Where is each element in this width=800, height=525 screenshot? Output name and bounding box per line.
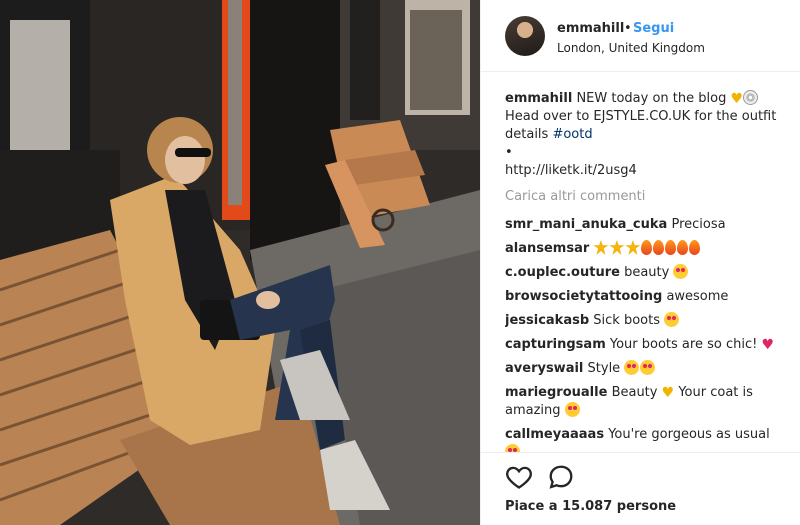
comment: alansemsar (505, 240, 785, 258)
comment-username[interactable]: smr_mani_anuka_cuka (505, 217, 667, 232)
photo-illustration (0, 0, 480, 525)
comment-username[interactable]: alansemsar (505, 241, 589, 256)
fire-icon (689, 240, 701, 255)
post-sidebar: emmahill • Segui London, United Kingdom … (480, 0, 800, 525)
heart-eyes-icon (673, 264, 689, 279)
header-username[interactable]: emmahill (557, 21, 624, 36)
comment: capturingsam Your boots are so chic! ♥ (505, 336, 785, 354)
hashtag-link[interactable]: #ootd (552, 127, 592, 142)
fire-icon (653, 240, 665, 255)
comment-text: Beauty (611, 385, 658, 400)
comment-text: Style (587, 361, 621, 376)
yellow-heart-icon: ♥ (730, 91, 744, 107)
star-icon (609, 240, 625, 255)
star-icon (593, 240, 609, 255)
comment-text: Your boots are so chic! (609, 337, 758, 352)
heart-eyes-icon (505, 444, 520, 452)
heart-outline-icon[interactable] (505, 463, 533, 491)
comment: jessicakasb Sick boots (505, 312, 785, 330)
heart-eyes-icon (640, 360, 656, 375)
caption-line1: NEW today on the blog (576, 91, 727, 106)
comment-text: Preciosa (671, 217, 726, 232)
comments-list[interactable]: emmahill NEW today on the blog ♥ Head ov… (505, 90, 785, 452)
post-photo[interactable] (0, 0, 480, 525)
comment: c.ouplec.outure beauty (505, 264, 785, 282)
comment: smr_mani_anuka_cuka Preciosa (505, 216, 785, 234)
fire-icon (641, 240, 653, 255)
caption-username[interactable]: emmahill (505, 91, 572, 106)
comment-text: You're gorgeous as usual (608, 427, 770, 442)
comment: browsocietytattooing awesome (505, 288, 785, 306)
location-link[interactable]: London, United Kingdom (557, 41, 705, 55)
comment-username[interactable]: browsocietytattooing (505, 289, 662, 304)
comment-text: awesome (666, 289, 729, 304)
comment-username[interactable]: c.ouplec.outure (505, 265, 620, 280)
comment-username[interactable]: capturingsam (505, 337, 606, 352)
comment-username[interactable]: averyswail (505, 361, 583, 376)
post-actions: Piace a 15.087 persone (481, 452, 800, 525)
comment-username[interactable]: jessicakasb (505, 313, 589, 328)
star-icon (625, 240, 641, 255)
comment-username[interactable]: callmeyaaaas (505, 427, 604, 442)
instagram-post: emmahill • Segui London, United Kingdom … (0, 0, 800, 525)
caption: emmahill NEW today on the blog ♥ Head ov… (505, 90, 785, 180)
comment-text: Sick boots (593, 313, 660, 328)
follow-button[interactable]: Segui (633, 21, 674, 36)
caption-line2: Head over to EJSTYLE.CO.UK for the outfi… (505, 109, 777, 142)
comment: mariegroualle Beauty ♥ Your coat is amaz… (505, 384, 785, 420)
red-heart-icon: ♥ (761, 337, 775, 353)
comment-username[interactable]: mariegroualle (505, 385, 607, 400)
post-header: emmahill • Segui London, United Kingdom (481, 0, 800, 72)
comment-text: beauty (624, 265, 670, 280)
heart-eyes-icon (624, 360, 640, 375)
heart-eyes-icon (564, 402, 580, 417)
yellow-heart-icon: ♥ (661, 385, 675, 401)
fire-icon (665, 240, 677, 255)
caption-bullet: • (505, 145, 513, 160)
load-more-comments[interactable]: Carica altri commenti (505, 188, 785, 206)
comment: callmeyaaaas You're gorgeous as usual (505, 426, 785, 452)
heart-eyes-icon (664, 312, 680, 327)
comment: averyswail Style (505, 360, 785, 378)
likes-count[interactable]: Piace a 15.087 persone (505, 499, 676, 514)
fire-icon (677, 240, 689, 255)
caption-link[interactable]: http://liketk.it/2usg4 (505, 163, 637, 178)
header-separator: • (624, 21, 632, 36)
speech-bubble-icon[interactable] (547, 463, 575, 491)
cd-icon (743, 90, 759, 105)
avatar[interactable] (505, 16, 545, 56)
